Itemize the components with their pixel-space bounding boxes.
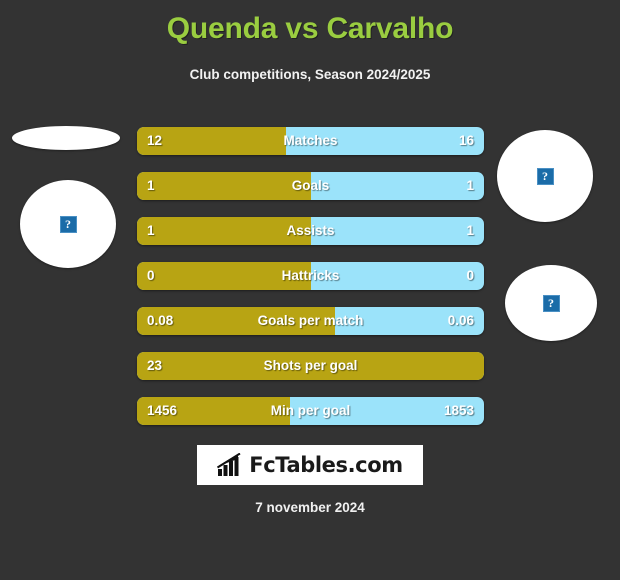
stat-bars-container: 12 Matches 16 1 Goals 1 1 Assists 1 0 Hattricks 0 0.… [137, 127, 484, 442]
broken-image-icon: ? [542, 294, 560, 312]
stat-value-right: 0.06 [447, 313, 474, 328]
page-subtitle: Club competitions, Season 2024/2025 [189, 67, 431, 82]
stat-label: Shots per goal [263, 358, 358, 373]
left-club-logo [12, 126, 120, 150]
stat-bar-row: 12 Matches 16 [137, 127, 484, 155]
bar-chart-icon [217, 453, 241, 476]
footer-date: 7 november 2024 [255, 500, 365, 515]
logo-text: FcTables.com [249, 453, 403, 477]
stat-label: Goals per match [257, 313, 364, 328]
stat-bar-row: 1456 Min per goal 1853 [137, 397, 484, 425]
stat-label: Goals [291, 178, 330, 193]
broken-image-icon: ? [536, 167, 554, 185]
left-player-photo: ? [20, 180, 116, 268]
stat-value-right: 16 [458, 133, 474, 148]
stat-bar-row: 0.08 Goals per match 0.06 [137, 307, 484, 335]
stat-bar-row: 23 Shots per goal [137, 352, 484, 380]
stat-value-right: 1 [466, 178, 474, 193]
broken-image-icon: ? [59, 215, 77, 233]
stat-bar-row: 0 Hattricks 0 [137, 262, 484, 290]
stat-label: Assists [286, 223, 335, 238]
page-title: Quenda vs Carvalho [166, 12, 454, 45]
stat-label: Min per goal [270, 403, 351, 418]
stat-bar-row: 1 Assists 1 [137, 217, 484, 245]
stat-label: Matches [283, 133, 338, 148]
right-player-photo: ? [497, 130, 593, 222]
stat-bar-row: 1 Goals 1 [137, 172, 484, 200]
stat-comparison-page: Quenda vs Carvalho Club competitions, Se… [0, 0, 620, 580]
right-club-logo: ? [505, 265, 597, 341]
stat-value-right: 1 [466, 223, 474, 238]
stat-label: Hattricks [281, 268, 340, 283]
stat-value-right: 0 [466, 268, 474, 283]
fctables-logo[interactable]: FcTables.com [197, 445, 423, 485]
stat-value-right: 1853 [443, 403, 474, 418]
